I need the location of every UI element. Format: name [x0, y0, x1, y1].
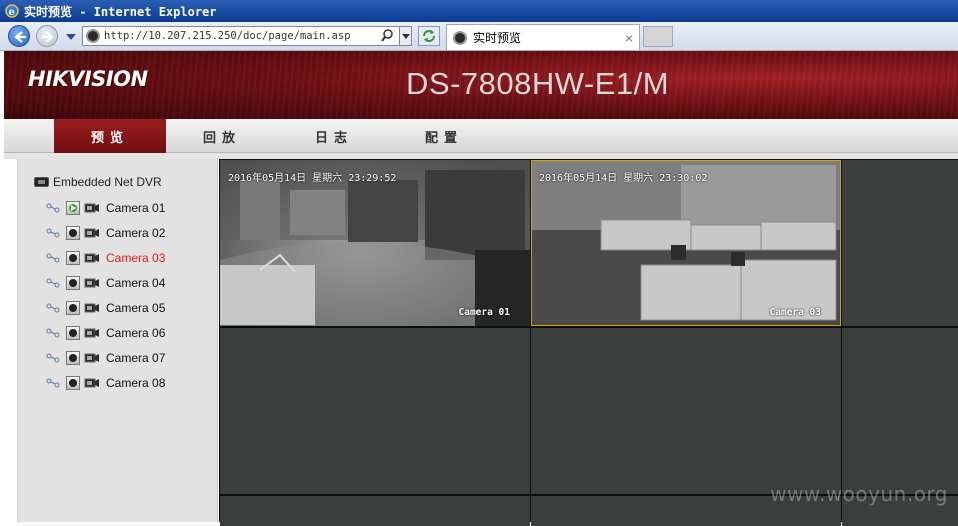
camera-label: Camera 05: [106, 301, 166, 315]
forward-button[interactable]: [36, 25, 58, 47]
camera-status-icon[interactable]: [66, 326, 80, 340]
tree-root[interactable]: Embedded Net DVR: [34, 175, 162, 189]
video-tile-6[interactable]: [842, 328, 958, 494]
osd-timestamp: 2016年05月14日 星期六 23:30:02: [539, 173, 708, 184]
camera-tree-item[interactable]: Camera 03: [46, 249, 165, 267]
video-tile-2[interactable]: 2016年05月14日 星期六 23:30:02 Camera 03: [531, 160, 841, 326]
tree-root-label: Embedded Net DVR: [53, 175, 162, 189]
camera-tree-item[interactable]: Camera 04: [46, 274, 165, 292]
tree-connector-icon: [46, 203, 60, 213]
back-button[interactable]: [8, 25, 30, 47]
camera-label: Camera 04: [106, 276, 166, 290]
video-tile-1[interactable]: 2016年05月14日 星期六 23:29:52 Camera 01: [220, 160, 530, 326]
osd-timestamp: 2016年05月14日 星期六 23:29:52: [228, 173, 397, 184]
record-icon[interactable]: [84, 227, 100, 239]
camera-tree-item[interactable]: Camera 06: [46, 324, 165, 342]
camera-tree-item[interactable]: Camera 08: [46, 374, 165, 392]
camera-label: Camera 08: [106, 376, 166, 390]
camera-tree-item[interactable]: Camera 01: [46, 199, 165, 217]
record-icon[interactable]: [84, 327, 100, 339]
tree-connector-icon: [46, 253, 60, 263]
address-url[interactable]: http://10.207.215.250/doc/page/main.asp: [104, 30, 381, 42]
watermark: www.wooyun.org: [770, 482, 948, 506]
record-icon[interactable]: [84, 202, 100, 214]
camera-tree-item[interactable]: Camera 05: [46, 299, 165, 317]
camera-status-icon[interactable]: [66, 251, 80, 265]
tree-connector-icon: [46, 378, 60, 388]
record-icon[interactable]: [84, 377, 100, 389]
browser-toolbar: http://10.207.215.250/doc/page/main.asp …: [0, 22, 958, 51]
site-favicon-icon: [86, 29, 100, 43]
history-dropdown-icon[interactable]: [66, 34, 76, 40]
search-icon[interactable]: [381, 28, 397, 44]
camera-status-icon[interactable]: [66, 276, 80, 290]
camera-label: Camera 01: [106, 201, 166, 215]
main-menu: 预览 回放 日志 配置: [4, 119, 958, 153]
record-icon[interactable]: [84, 302, 100, 314]
tree-connector-icon: [46, 353, 60, 363]
back-arrow-icon: [14, 31, 26, 43]
playing-status-icon[interactable]: [66, 201, 80, 215]
menu-config[interactable]: 配置: [388, 119, 500, 153]
forward-arrow-icon: [42, 31, 54, 43]
osd-camera-name: Camera 03: [769, 307, 821, 318]
tree-connector-icon: [46, 328, 60, 338]
browser-tab[interactable]: 实时预览 ×: [446, 24, 640, 50]
svg-text:e: e: [9, 7, 15, 18]
menu-playback[interactable]: 回放: [166, 119, 278, 153]
menu-preview[interactable]: 预览: [54, 119, 166, 153]
window-title: 实时预览 - Internet Explorer: [24, 4, 217, 19]
left-gutter: [4, 159, 18, 522]
tree-connector-icon: [46, 278, 60, 288]
device-model: DS-7808HW-E1/M: [406, 66, 670, 101]
camera-status-icon[interactable]: [66, 351, 80, 365]
camera-tree-item[interactable]: Camera 07: [46, 349, 165, 367]
compatibility-refresh-button[interactable]: [418, 26, 440, 46]
video-tile-3[interactable]: [842, 160, 958, 326]
dvr-icon: [34, 177, 49, 187]
camera-label: Camera 03: [106, 251, 166, 265]
camera-status-icon[interactable]: [66, 301, 80, 315]
menu-log[interactable]: 日志: [278, 119, 390, 153]
internet-explorer-icon: e: [5, 4, 19, 18]
logo-text: HIKVISION: [28, 67, 148, 91]
camera-status-icon[interactable]: [66, 226, 80, 240]
camera-label: Camera 07: [106, 351, 166, 365]
address-bar[interactable]: http://10.207.215.250/doc/page/main.asp: [82, 26, 412, 46]
record-icon[interactable]: [84, 277, 100, 289]
camera-status-icon[interactable]: [66, 376, 80, 390]
new-tab-button[interactable]: [643, 26, 673, 47]
camera-03-feed: [531, 160, 841, 326]
tab-title: 实时预览: [473, 31, 522, 45]
video-tile-4[interactable]: [220, 328, 530, 494]
osd-camera-name: Camera 01: [458, 307, 510, 318]
tab-close-icon[interactable]: ×: [625, 30, 633, 46]
camera-label: Camera 02: [106, 226, 166, 240]
tree-connector-icon: [46, 303, 60, 313]
camera-tree-item[interactable]: Camera 02: [46, 224, 165, 242]
camera-label: Camera 06: [106, 326, 166, 340]
device-tree-panel: Embedded Net DVR Camera 01 Camera 02 Camer…: [18, 159, 218, 522]
camera-01-feed: [220, 160, 530, 326]
video-grid: 2016年05月14日 星期六 23:29:52 Camera 01 2016年…: [219, 159, 958, 526]
tab-favicon-icon: [453, 30, 467, 45]
header-banner: HIKVISION DS-7808HW-E1/M: [4, 51, 958, 119]
video-tile-5[interactable]: [531, 328, 841, 494]
address-dropdown-icon[interactable]: [399, 27, 411, 45]
record-icon[interactable]: [84, 352, 100, 364]
hikvision-logo: HIKVISION: [28, 67, 148, 91]
window-title-bar: e 实时预览 - Internet Explorer: [0, 0, 958, 22]
record-icon[interactable]: [84, 252, 100, 264]
refresh-icon: [423, 30, 435, 42]
tree-connector-icon: [46, 228, 60, 238]
